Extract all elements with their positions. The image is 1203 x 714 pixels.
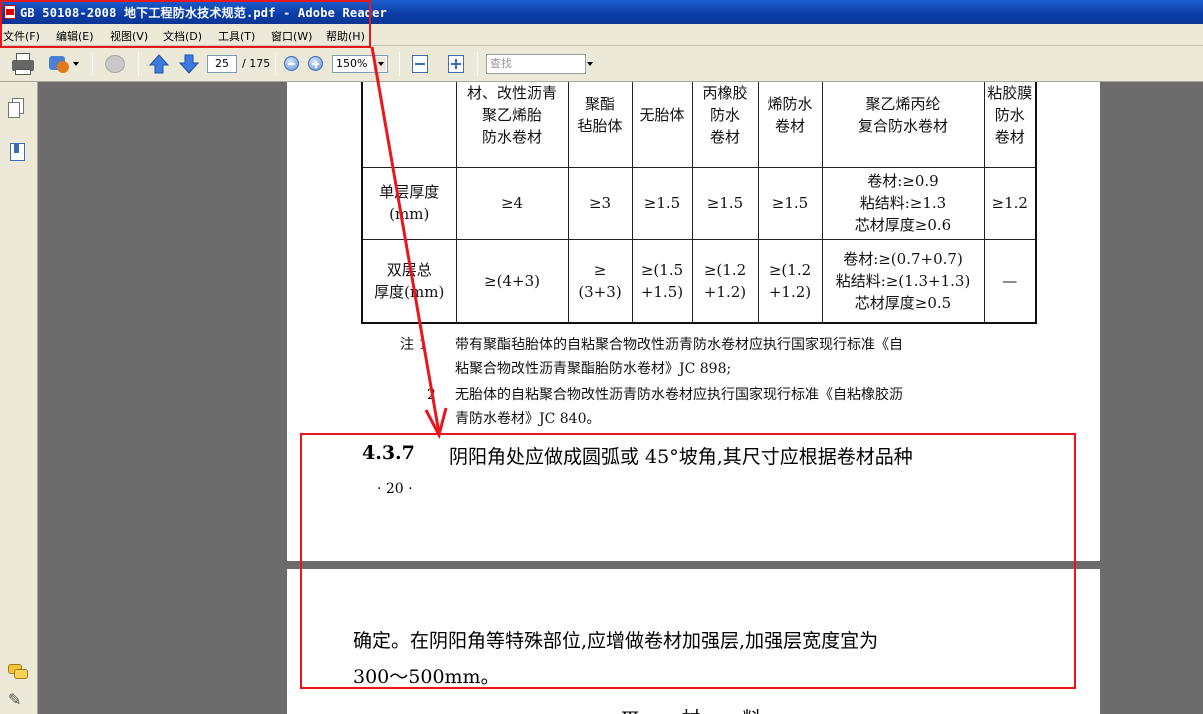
fit-width-icon: [412, 55, 428, 73]
table-header-cell: 聚乙烯丙纶 复合防水卷材: [821, 82, 985, 168]
table-row-label: 双层总 厚度(mm): [361, 238, 457, 324]
zoom-out-button[interactable]: [283, 52, 301, 76]
toolbar-separator: [92, 52, 93, 76]
clause-highlight-box: [300, 433, 1076, 689]
table-cell: ≥4: [455, 166, 569, 240]
note-line: 青防水卷材》JC 840。: [455, 411, 601, 427]
toolbar: 25 / 175 150% 查找: [0, 46, 1203, 82]
table-header-cell: 粘胶膜 防水 卷材: [983, 82, 1037, 168]
zoom-level-select[interactable]: 150%: [332, 55, 388, 73]
menu-highlight-box: [0, 0, 371, 48]
dropdown-arrow-icon: [73, 62, 79, 66]
table-header-row: 材、改性沥青 聚乙烯胎 防水卷材 聚酯 毡胎体 无胎体 丙橡胶 防水 卷材 烯防…: [361, 82, 1037, 168]
spec-table: 材、改性沥青 聚乙烯胎 防水卷材 聚酯 毡胎体 无胎体 丙橡胶 防水 卷材 烯防…: [361, 82, 1037, 324]
search-options-dropdown-icon[interactable]: [587, 62, 593, 66]
table-header-cell: [361, 82, 457, 168]
zoom-in-button[interactable]: [307, 52, 325, 76]
note-line: 带有聚酯毡胎体的自粘聚合物改性沥青防水卷材应执行国家现行标准《自: [455, 337, 903, 353]
page-number-input[interactable]: 25: [207, 55, 237, 73]
fit-width-button[interactable]: [410, 52, 430, 76]
table-cell: ≥1.5: [691, 166, 759, 240]
toolbar-separator: [399, 52, 400, 76]
table-cell: —: [983, 238, 1037, 324]
arrow-up-icon: [148, 54, 170, 74]
table-cell: ≥(1.5 +1.5): [631, 238, 693, 324]
zoom-out-icon: [284, 56, 299, 71]
table-cell: ≥3: [567, 166, 633, 240]
table-row-label: 单层厚度 (mm): [361, 166, 457, 240]
table-cell: ≥ (3+3): [567, 238, 633, 324]
print-button[interactable]: [10, 52, 36, 76]
bookmark-icon: [10, 143, 25, 161]
page-total: / 175: [242, 57, 271, 70]
arrow-down-icon: [178, 54, 200, 74]
table-header-cell: 聚酯 毡胎体: [567, 82, 633, 168]
previous-page-button[interactable]: [148, 52, 170, 76]
next-page-button[interactable]: [178, 52, 200, 76]
toolbar-separator: [138, 52, 139, 76]
pages-panel-button[interactable]: [8, 98, 28, 120]
note-label: 注 1: [400, 337, 428, 353]
note-line: 无胎体的自粘聚合物改性沥青防水卷材应执行国家现行标准《自粘橡胶沥: [455, 387, 903, 403]
table-cell: 卷材:≥(0.7+0.7) 粘结料:≥(1.3+1.3) 芯材厚度≥0.5: [821, 238, 985, 324]
disabled-tool-button[interactable]: [102, 52, 128, 76]
navigation-pane: ✎: [0, 82, 38, 714]
table-cell: ≥(4+3): [455, 238, 569, 324]
table-cell: ≥(1.2 +1.2): [757, 238, 823, 324]
table-cell: ≥(1.2 +1.2): [691, 238, 759, 324]
table-cell: ≥1.5: [757, 166, 823, 240]
toolbar-separator: [477, 52, 478, 76]
section-heading: Ⅲ 材 料: [621, 704, 779, 714]
table-header-cell: 丙橡胶 防水 卷材: [691, 82, 759, 168]
zoom-level-value: 150%: [336, 57, 368, 70]
attachments-panel-button[interactable]: ✎: [8, 690, 28, 712]
table-row: 单层厚度 (mm) ≥4 ≥3 ≥1.5 ≥1.5 ≥1.5 卷材:≥0.9 粘…: [361, 166, 1037, 240]
note-number: 2: [427, 387, 436, 403]
note-line: 粘聚合物改性沥青聚酯胎防水卷材》JC 898;: [455, 361, 732, 377]
zoom-in-icon: [308, 56, 323, 71]
collaborate-button[interactable]: [47, 52, 81, 76]
table-header-cell: 烯防水 卷材: [757, 82, 823, 168]
table-header-cell: 材、改性沥青 聚乙烯胎 防水卷材: [455, 82, 569, 168]
table-cell: 卷材:≥0.9 粘结料:≥1.3 芯材厚度≥0.6: [821, 166, 985, 240]
table-cell: ≥1.5: [631, 166, 693, 240]
chevron-down-icon[interactable]: [374, 57, 386, 71]
toolbar-separator: [275, 52, 276, 76]
table-header-cell: 无胎体: [631, 82, 693, 168]
table-cell: ≥1.2: [983, 166, 1037, 240]
paperclip-icon: ✎: [8, 690, 22, 709]
comments-panel-button[interactable]: [8, 662, 28, 684]
fit-page-button[interactable]: [446, 52, 466, 76]
fit-page-icon: [448, 55, 464, 73]
search-input[interactable]: 查找: [486, 54, 586, 74]
disabled-globe-icon: [105, 55, 125, 73]
table-row: 双层总 厚度(mm) ≥(4+3) ≥ (3+3) ≥(1.5 +1.5) ≥(…: [361, 238, 1037, 324]
bookmarks-panel-button[interactable]: [8, 142, 28, 164]
